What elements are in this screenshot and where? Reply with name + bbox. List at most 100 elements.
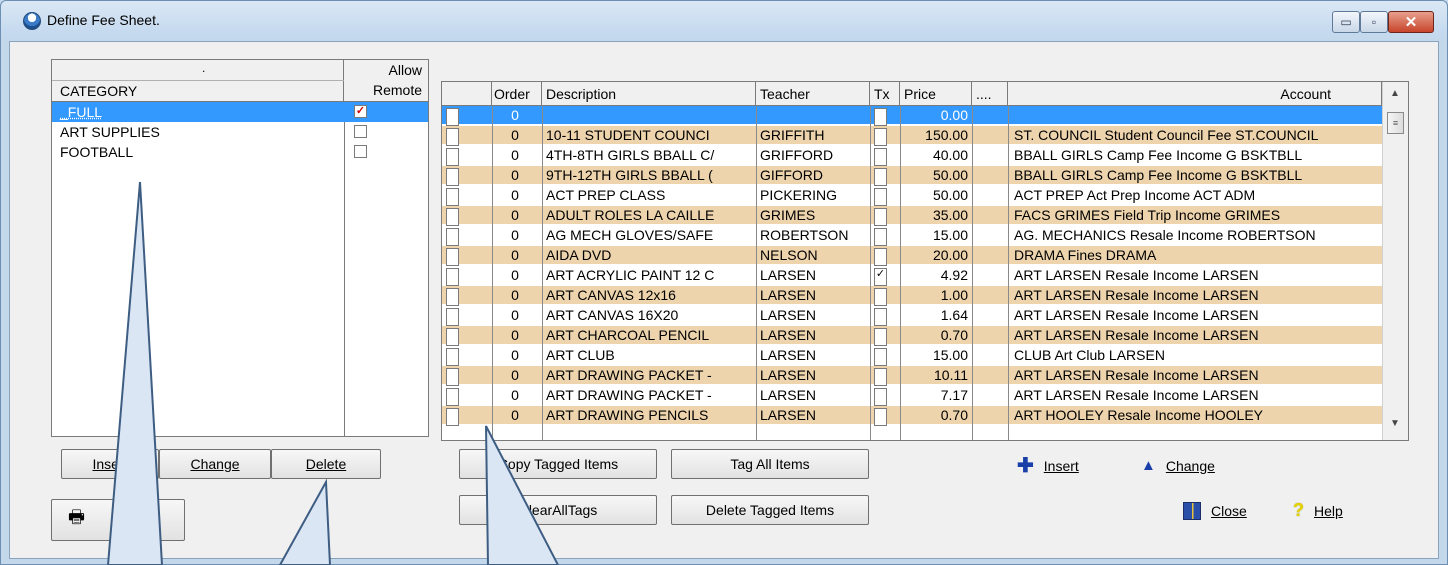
tag-checkbox[interactable] (446, 208, 459, 226)
tx-checkbox[interactable] (874, 208, 887, 226)
order-cell: 0 (511, 347, 519, 363)
change-action-label: Change (1165, 457, 1215, 474)
category-row[interactable]: FOOTBALL (52, 142, 428, 162)
account-cell: AG. MECHANICS Resale Income ROBERTSON (1014, 227, 1316, 243)
tag-checkbox[interactable] (446, 168, 459, 186)
window-title: Define Fee Sheet. (47, 12, 160, 28)
tx-checkbox[interactable] (874, 288, 887, 306)
tx-checkbox[interactable] (874, 248, 887, 266)
fee-row[interactable]: 0 9TH-12TH GIRLS BBALL (GIFFORD 50.00 BBALL… (442, 166, 1382, 186)
help-action[interactable]: ? Help (1293, 500, 1343, 521)
fee-row[interactable]: 0 ART CANVAS 12x16 LARSEN 1.00 ART LARSEN Re… (442, 286, 1382, 306)
category-column-header[interactable]: . CATEGORY (52, 60, 344, 102)
minimize-button[interactable]: ▭ (1332, 11, 1360, 33)
delete-tagged-items-button[interactable]: Delete Tagged Items (671, 495, 869, 525)
category-row[interactable]: _FULL ✓ (52, 102, 428, 122)
question-icon: ? (1293, 500, 1304, 520)
close-action[interactable]: Close (1183, 502, 1247, 520)
tag-checkbox[interactable] (446, 308, 459, 326)
category-grid-header: . CATEGORY Allow Remote (52, 60, 428, 102)
fee-grid-scrollbar[interactable]: ▲ ≡ ▼ (1382, 82, 1408, 440)
description-column-header[interactable]: Description (542, 82, 756, 106)
close-window-button[interactable]: ✕ (1388, 11, 1434, 33)
price-column-header[interactable]: Price (900, 82, 972, 106)
tag-checkbox[interactable] (446, 368, 459, 386)
tx-checkbox[interactable] (874, 308, 887, 326)
price-cell: 0.70 (940, 407, 968, 423)
tag-checkbox[interactable] (446, 248, 459, 266)
fee-row[interactable]: 0 0.00 (442, 106, 1382, 126)
scroll-down-arrow-icon[interactable]: ▼ (1390, 418, 1400, 429)
order-cell: 0 (511, 287, 519, 303)
tag-checkbox[interactable] (446, 388, 459, 406)
tx-checkbox[interactable] (874, 128, 887, 146)
description-cell: ART CHARCOAL PENCIL (546, 327, 710, 343)
fee-items-grid[interactable]: Order Description Teacher Tx Price .... … (441, 81, 1409, 441)
tx-checkbox[interactable] (874, 148, 887, 166)
tx-checkbox[interactable] (874, 328, 887, 346)
fee-row[interactable]: 0 ART DRAWING PACKET - LARSEN 7.17 ART LARSE… (442, 386, 1382, 406)
account-column-header[interactable]: Account (1008, 82, 1382, 106)
allow-remote-checkbox[interactable]: ✓ (354, 105, 367, 118)
tx-checkbox[interactable] (874, 228, 887, 246)
tag-checkbox[interactable] (446, 148, 459, 166)
allow-remote-column-header[interactable]: Allow Remote (344, 60, 428, 102)
category-row[interactable]: ART SUPPLIES (52, 122, 428, 142)
category-change-button[interactable]: Change (159, 449, 271, 479)
category-delete-button[interactable]: Delete (271, 449, 381, 479)
order-cell: 0 (511, 247, 519, 263)
tx-column-header[interactable]: Tx (870, 82, 900, 106)
tx-checkbox[interactable] (874, 408, 887, 426)
tag-checkbox[interactable] (446, 108, 459, 126)
maximize-button[interactable]: ▫ (1360, 11, 1388, 33)
clear-all-tags-button[interactable]: ClearAllTags (459, 495, 657, 525)
title-bar[interactable]: Define Fee Sheet. ▭ ▫ ✕ (1, 1, 1447, 41)
tag-checkbox[interactable] (446, 288, 459, 306)
scroll-thumb[interactable]: ≡ (1387, 112, 1404, 134)
tag-all-items-button[interactable]: Tag All Items (671, 449, 869, 479)
column-divider (756, 106, 757, 440)
fee-row[interactable]: 0 AIDA DVD NELSON 20.00 DRAMA Fines DRAMA (442, 246, 1382, 266)
order-column-header[interactable]: Order (492, 82, 542, 106)
tx-checkbox[interactable]: ✓ (874, 268, 887, 286)
fee-row[interactable]: 0 ART DRAWING PACKET - LARSEN 10.11 ART LARS… (442, 366, 1382, 386)
price-cell: 15.00 (932, 347, 968, 363)
tx-checkbox[interactable] (874, 188, 887, 206)
tag-column-header[interactable] (442, 82, 492, 106)
teacher-column-header[interactable]: Teacher (756, 82, 870, 106)
tag-checkbox[interactable] (446, 408, 459, 426)
tag-checkbox[interactable] (446, 228, 459, 246)
fee-row[interactable]: 0 ART CANVAS 16X20 LARSEN 1.64 ART LARSEN Re… (442, 306, 1382, 326)
allow-remote-checkbox[interactable] (354, 145, 367, 158)
order-cell: 0 (511, 207, 519, 223)
scroll-up-arrow-icon[interactable]: ▲ (1390, 88, 1400, 99)
tx-checkbox[interactable] (874, 108, 887, 126)
tx-checkbox[interactable] (874, 348, 887, 366)
fee-row[interactable]: 0 ART CHARCOAL PENCIL LARSEN 0.70 ART LARSEN… (442, 326, 1382, 346)
ellipsis-column-header[interactable]: .... (972, 82, 1008, 106)
tx-checkbox[interactable] (874, 388, 887, 406)
print-button[interactable]: 🖶 (51, 499, 185, 541)
category-insert-button[interactable]: Insert (61, 449, 159, 479)
change-action[interactable]: ▲ Change (1141, 457, 1215, 474)
tag-checkbox[interactable] (446, 188, 459, 206)
tx-checkbox[interactable] (874, 168, 887, 186)
tx-checkbox[interactable] (874, 368, 887, 386)
order-cell: 0 (511, 307, 519, 323)
tag-checkbox[interactable] (446, 348, 459, 366)
fee-row[interactable]: 0 10-11 STUDENT COUNCI GRIFFITH 150.00 ST. C… (442, 126, 1382, 146)
fee-row[interactable]: 0 4TH-8TH GIRLS BBALL C/GRIFFORD 40.00 BBAL… (442, 146, 1382, 166)
copy-tagged-items-button[interactable]: Copy Tagged Items (459, 449, 657, 479)
fee-row[interactable]: 0 ART CLUB LARSEN 15.00 CLUB Art Club LARSEN (442, 346, 1382, 366)
fee-row[interactable]: 0 ART DRAWING PENCILS LARSEN 0.70 ART HOOLEY… (442, 406, 1382, 426)
allow-remote-checkbox[interactable] (354, 125, 367, 138)
tag-checkbox[interactable] (446, 268, 459, 286)
tag-checkbox[interactable] (446, 128, 459, 146)
tag-checkbox[interactable] (446, 328, 459, 346)
fee-row[interactable]: 0 AG MECH GLOVES/SAFE ROBERTSON 15.00 AG. ME… (442, 226, 1382, 246)
category-grid[interactable]: . CATEGORY Allow Remote _FULL ✓ ART SUPP… (51, 59, 429, 437)
fee-row[interactable]: 0 ACT PREP CLASS PICKERING 50.00 ACT PREP Ac… (442, 186, 1382, 206)
insert-action[interactable]: ✚ Insert (1017, 456, 1079, 476)
fee-row[interactable]: 0 ART ACRYLIC PAINT 12 C LARSEN ✓ 4.92 ART LA… (442, 266, 1382, 286)
fee-row[interactable]: 0 ADULT ROLES LA CAILLE GRIMES 35.00 FACS GR… (442, 206, 1382, 226)
